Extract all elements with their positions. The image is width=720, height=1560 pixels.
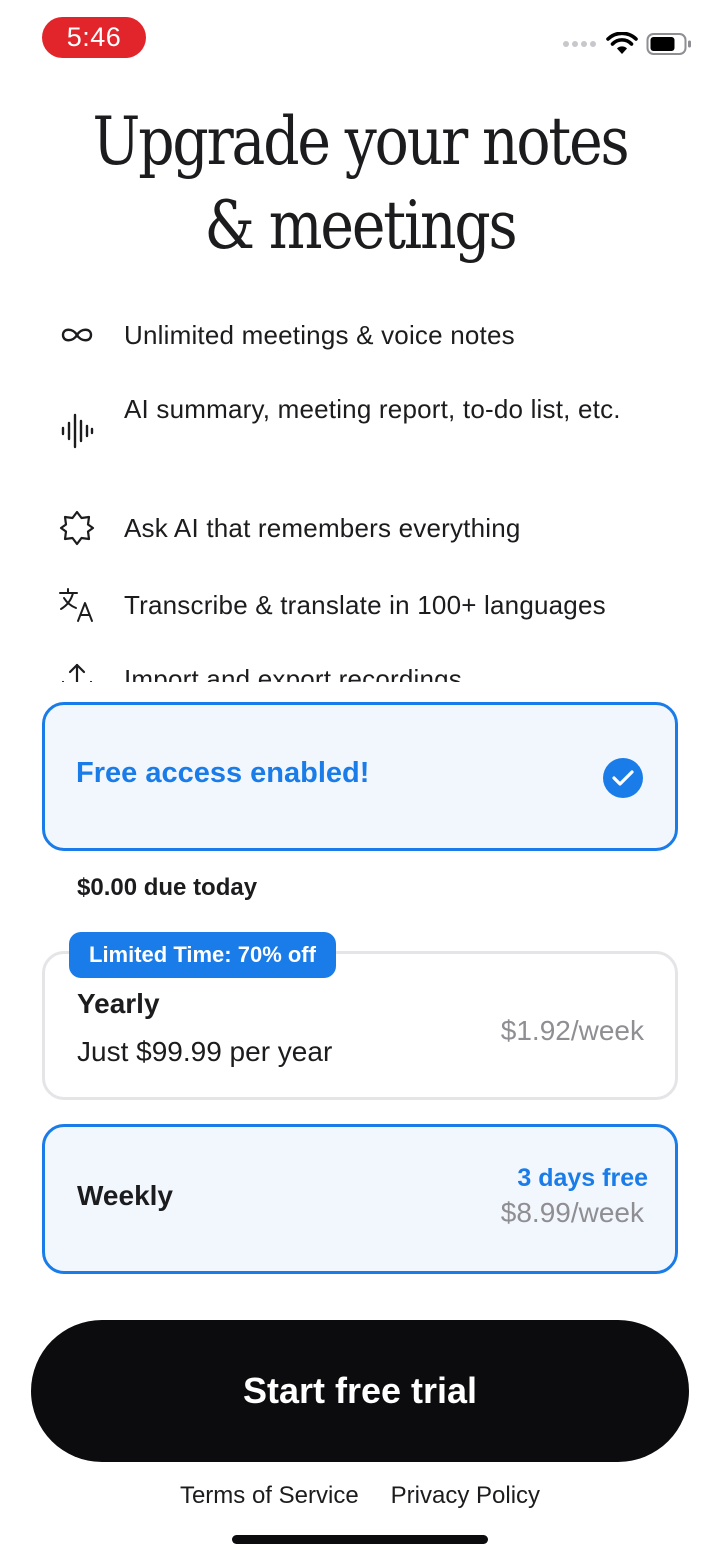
plan-price-weekly: $8.99/week [500,1197,644,1228]
plan-subtitle-yearly: Just $99.99 per year [77,1036,333,1067]
plan-price-yearly: $1.92/week [500,1015,644,1046]
page-title: Upgrade your notes & meetings [50,100,669,268]
footer-links: Terms of Service Privacy Policy [0,1482,720,1510]
title-line-2: & meetings [204,187,517,264]
paywall-screen: 5:46 Upgrade your notes & meetings Unlim… [0,0,720,1560]
feature-text: Unlimited meetings & voice notes [124,320,515,350]
status-time: 5:46 [42,17,146,58]
feature-text: Ask AI that remembers everything [124,513,521,543]
terms-of-service-link[interactable]: Terms of Service [180,1482,359,1510]
feature-list: Unlimited meetings & voice notes AI summ… [0,300,720,682]
free-access-label: Free access enabled! [76,757,370,789]
feature-text: AI summary, meeting report, to-do list, … [124,394,621,424]
waveform-icon [56,410,98,452]
title-line-1: Upgrade your notes [92,103,630,180]
cellular-signal-icon [563,41,596,47]
discount-badge: Limited Time: 70% off [69,932,336,978]
feature-text: Transcribe & translate in 100+ languages [124,590,606,620]
plan-name-weekly: Weekly [77,1180,173,1211]
status-icons [563,28,692,60]
free-access-toggle[interactable]: Free access enabled! [42,702,678,851]
battery-icon [646,33,691,55]
infinity-icon [56,314,98,356]
import-export-icon [56,658,98,682]
sparkle-badge-icon [56,507,98,549]
home-indicator[interactable] [232,1535,488,1544]
due-today-text: $0.00 due today [77,874,258,901]
translate-icon [56,584,98,626]
privacy-policy-link[interactable]: Privacy Policy [391,1482,540,1510]
start-free-trial-button[interactable]: Start free trial [31,1320,689,1462]
plan-name-yearly: Yearly [77,988,160,1019]
checkmark-icon [603,758,643,798]
wifi-icon [606,32,638,54]
trial-note-weekly: 3 days free [517,1164,648,1192]
feature-text: Import and export recordings [124,664,462,682]
